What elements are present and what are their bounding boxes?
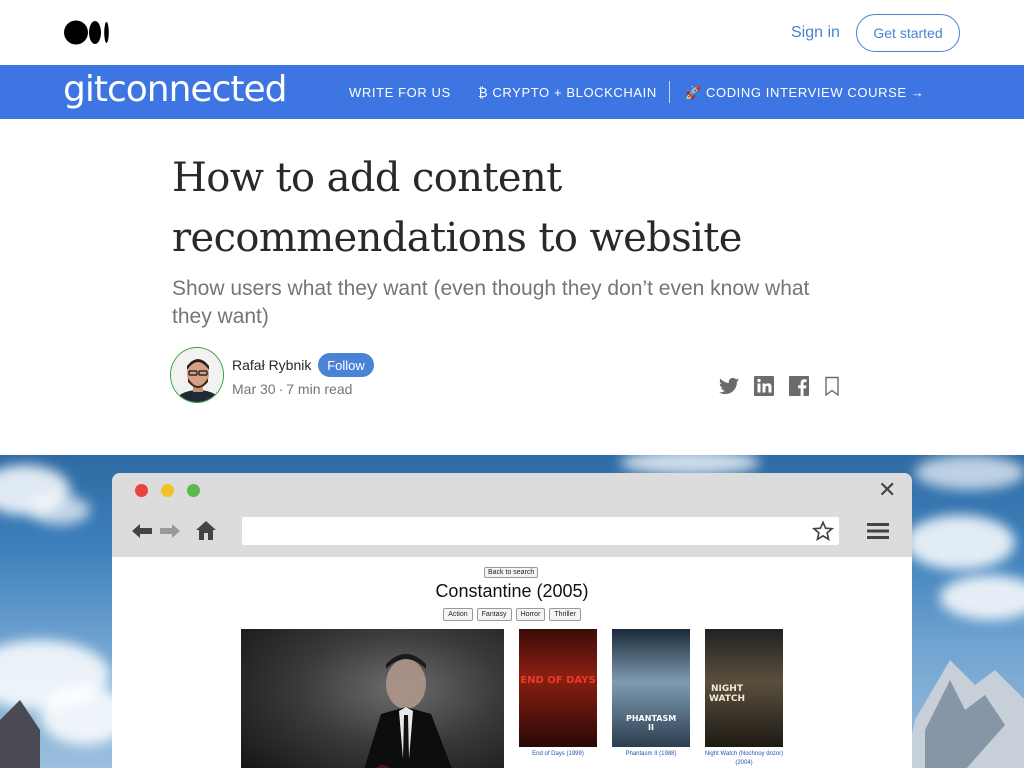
browser-content: Back to search Constantine (2005) Action… <box>112 557 912 768</box>
recommendation-caption[interactable]: Night Watch (Nochnoy dozor) (2004) <box>700 750 788 768</box>
home-icon[interactable] <box>195 519 217 541</box>
poster-title: NIGHT WATCH <box>708 684 746 704</box>
recommendation-caption[interactable]: End of Days (1999) <box>514 750 602 759</box>
recommendation-poster[interactable]: PHANTASM II <box>612 629 690 747</box>
medium-logo-icon[interactable] <box>64 20 110 45</box>
main-movie-poster <box>241 629 504 768</box>
recommendation-poster[interactable]: NIGHT WATCH <box>705 629 783 747</box>
menu-icon[interactable] <box>867 522 889 540</box>
hero-image: ✕ Back to search Constantine (2005) Acti… <box>0 455 1024 768</box>
poster-title: PHANTASM II <box>626 714 677 732</box>
poster-title: END OF DAYS <box>520 675 596 686</box>
back-to-search-button[interactable]: Back to search <box>484 567 539 578</box>
article-title: How to add content recommendations to we… <box>172 155 742 261</box>
nav-write-for-us[interactable]: WRITE FOR US <box>349 85 451 100</box>
twitter-icon[interactable] <box>717 374 741 398</box>
browser-chrome: ✕ <box>112 473 912 557</box>
publish-date: Mar 30 <box>232 381 276 397</box>
genre-button[interactable]: Thriller <box>549 608 581 621</box>
movie-title: Constantine (2005) <box>435 581 589 601</box>
close-dot-icon[interactable] <box>135 484 148 497</box>
top-bar: Sign in Get started <box>0 0 1024 65</box>
genre-button[interactable]: Fantasy <box>476 608 512 621</box>
follow-button[interactable]: Follow <box>318 353 374 377</box>
mountain-graphic <box>905 660 1024 768</box>
facebook-icon[interactable] <box>787 374 811 398</box>
meta-separator: · <box>278 381 284 397</box>
publication-bar: gitconnected WRITE FOR US ₿ CRYPTO + BLO… <box>0 65 1024 119</box>
maximize-dot-icon[interactable] <box>187 484 200 497</box>
genre-list: Action Fantasy Horror Thriller <box>112 608 912 621</box>
article-subtitle: Show users what they want (even though t… <box>172 277 810 328</box>
browser-window: ✕ Back to search Constantine (2005) Acti… <box>112 473 912 768</box>
linkedin-icon[interactable] <box>752 374 776 398</box>
url-bar[interactable] <box>242 517 839 545</box>
nav-crypto-blockchain[interactable]: ₿ CRYPTO + BLOCKCHAIN <box>478 85 657 100</box>
read-time: 7 min read <box>286 381 353 397</box>
author-name[interactable]: Rafał Rybnik <box>232 357 311 373</box>
minimize-dot-icon[interactable] <box>161 484 174 497</box>
recommendation-caption[interactable]: Phantasm II (1988) <box>607 750 695 759</box>
close-icon[interactable]: ✕ <box>878 477 896 503</box>
get-started-button[interactable]: Get started <box>856 14 960 52</box>
back-arrow-icon[interactable] <box>131 522 153 540</box>
rock-graphic <box>0 700 40 768</box>
genre-button[interactable]: Horror <box>515 608 546 621</box>
sign-in-link[interactable]: Sign in <box>791 24 840 42</box>
nav-divider <box>669 81 670 103</box>
genre-button[interactable]: Action <box>443 608 473 621</box>
recommendation-poster[interactable]: END OF DAYS <box>519 629 597 747</box>
bookmark-icon[interactable] <box>820 374 844 398</box>
avatar[interactable] <box>170 347 224 403</box>
forward-arrow-icon[interactable] <box>159 522 181 540</box>
article-meta: Mar 30 · 7 min read <box>232 381 352 397</box>
star-icon[interactable] <box>812 520 834 542</box>
publication-logo[interactable]: gitconnected <box>63 69 287 110</box>
nav-coding-interview-course[interactable]: 🚀 CODING INTERVIEW COURSE → <box>685 85 924 101</box>
